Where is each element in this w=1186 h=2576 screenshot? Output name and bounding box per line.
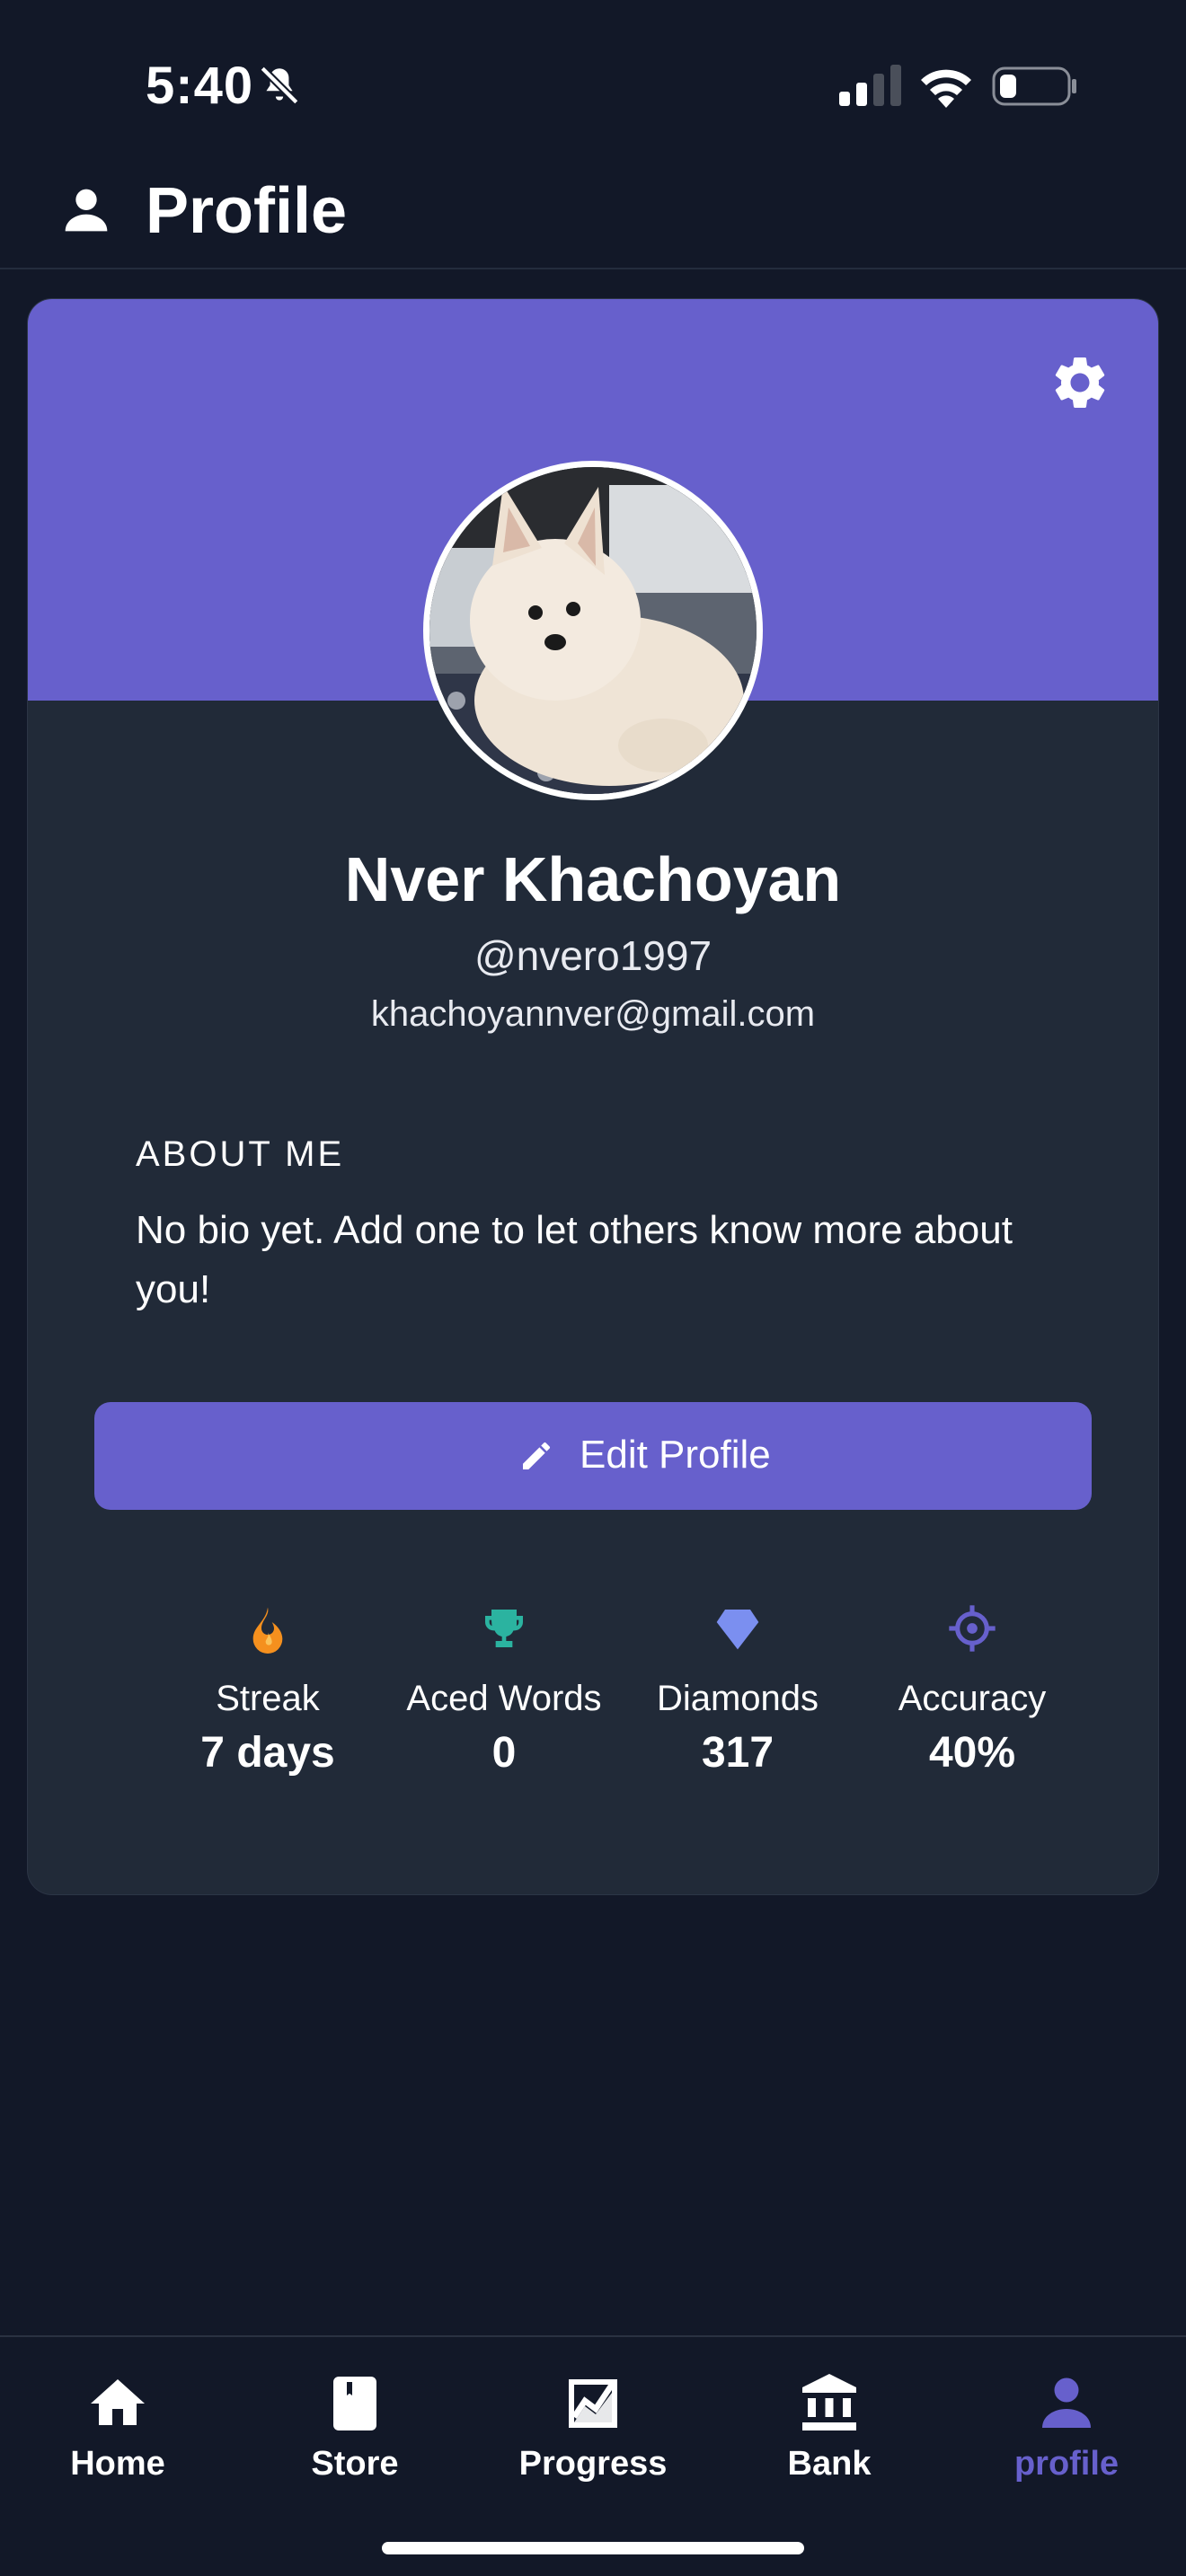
app-header: Profile (0, 162, 1186, 269)
nav-label: profile (1013, 2445, 1120, 2483)
edit-profile-label: Edit Profile (580, 1433, 771, 1477)
crosshair-icon (949, 1605, 996, 1652)
diamond-icon (716, 1610, 759, 1650)
profile-email: khachoyannver@gmail.com (370, 994, 816, 1034)
nav-label: Home (70, 2445, 165, 2483)
battery-icon (992, 66, 1076, 106)
stat-aced-words: Aced Words 0 (387, 1603, 621, 1801)
stat-label: Diamonds (656, 1679, 819, 1718)
dog-photo (429, 467, 757, 794)
stat-diamonds: Diamonds 317 (621, 1603, 854, 1801)
chart-icon (569, 2379, 617, 2428)
stat-label: Aced Words (406, 1679, 602, 1718)
nav-label: Store (311, 2445, 399, 2483)
flame-icon (252, 1607, 283, 1654)
nav-profile[interactable]: profile (977, 2371, 1156, 2506)
profile-username: @nvero1997 (474, 932, 712, 979)
book-icon (333, 2377, 376, 2430)
status-bar: 5:40 (0, 0, 1186, 162)
nav-home[interactable]: Home (28, 2371, 208, 2506)
status-time: 5:40 (146, 57, 254, 115)
gear-icon[interactable] (1049, 351, 1111, 414)
bank-icon (802, 2374, 856, 2430)
home-icon (91, 2379, 145, 2425)
wifi-icon (921, 69, 971, 108)
stat-label: Streak (216, 1679, 320, 1718)
stat-value: 40% (928, 1729, 1016, 1777)
about-heading: ABOUT ME (136, 1134, 345, 1174)
home-indicator[interactable] (382, 2542, 804, 2554)
person-icon (1042, 2378, 1091, 2428)
nav-label: Bank (787, 2445, 872, 2483)
cellular-signal-icon (839, 65, 901, 106)
bottom-nav: Home Store Progress Bank profile (0, 2335, 1186, 2576)
nav-bank[interactable]: Bank (739, 2371, 919, 2506)
stat-label: Accuracy (898, 1679, 1047, 1718)
profile-screen: 5:40 Profile Nver Khachoyan @nvero1997 k… (0, 0, 1186, 2576)
pencil-icon (523, 1442, 551, 1469)
person-icon (65, 189, 108, 232)
trophy-icon (485, 1610, 523, 1647)
about-text: No bio yet. Add one to let others know m… (136, 1208, 1013, 1311)
nav-progress[interactable]: Progress (503, 2371, 683, 2506)
stat-streak: Streak 7 days (151, 1603, 385, 1801)
stat-value: 0 (491, 1729, 517, 1777)
stat-value: 7 days (200, 1729, 335, 1777)
stats-row: Streak 7 days Aced Words 0 Diamonds 317 (28, 1603, 1158, 1801)
nav-store[interactable]: Store (265, 2371, 445, 2506)
nav-label: Progress (518, 2445, 668, 2483)
page-title: Profile (146, 175, 348, 247)
stat-accuracy: Accuracy 40% (855, 1603, 1089, 1801)
edit-profile-button[interactable]: Edit Profile (94, 1402, 1092, 1510)
avatar[interactable] (423, 461, 763, 800)
bell-muted-icon (260, 66, 299, 105)
profile-name: Nver Khachoyan (344, 844, 842, 914)
profile-card: Nver Khachoyan @nvero1997 khachoyannver@… (27, 298, 1159, 1895)
stat-value: 317 (701, 1729, 774, 1777)
